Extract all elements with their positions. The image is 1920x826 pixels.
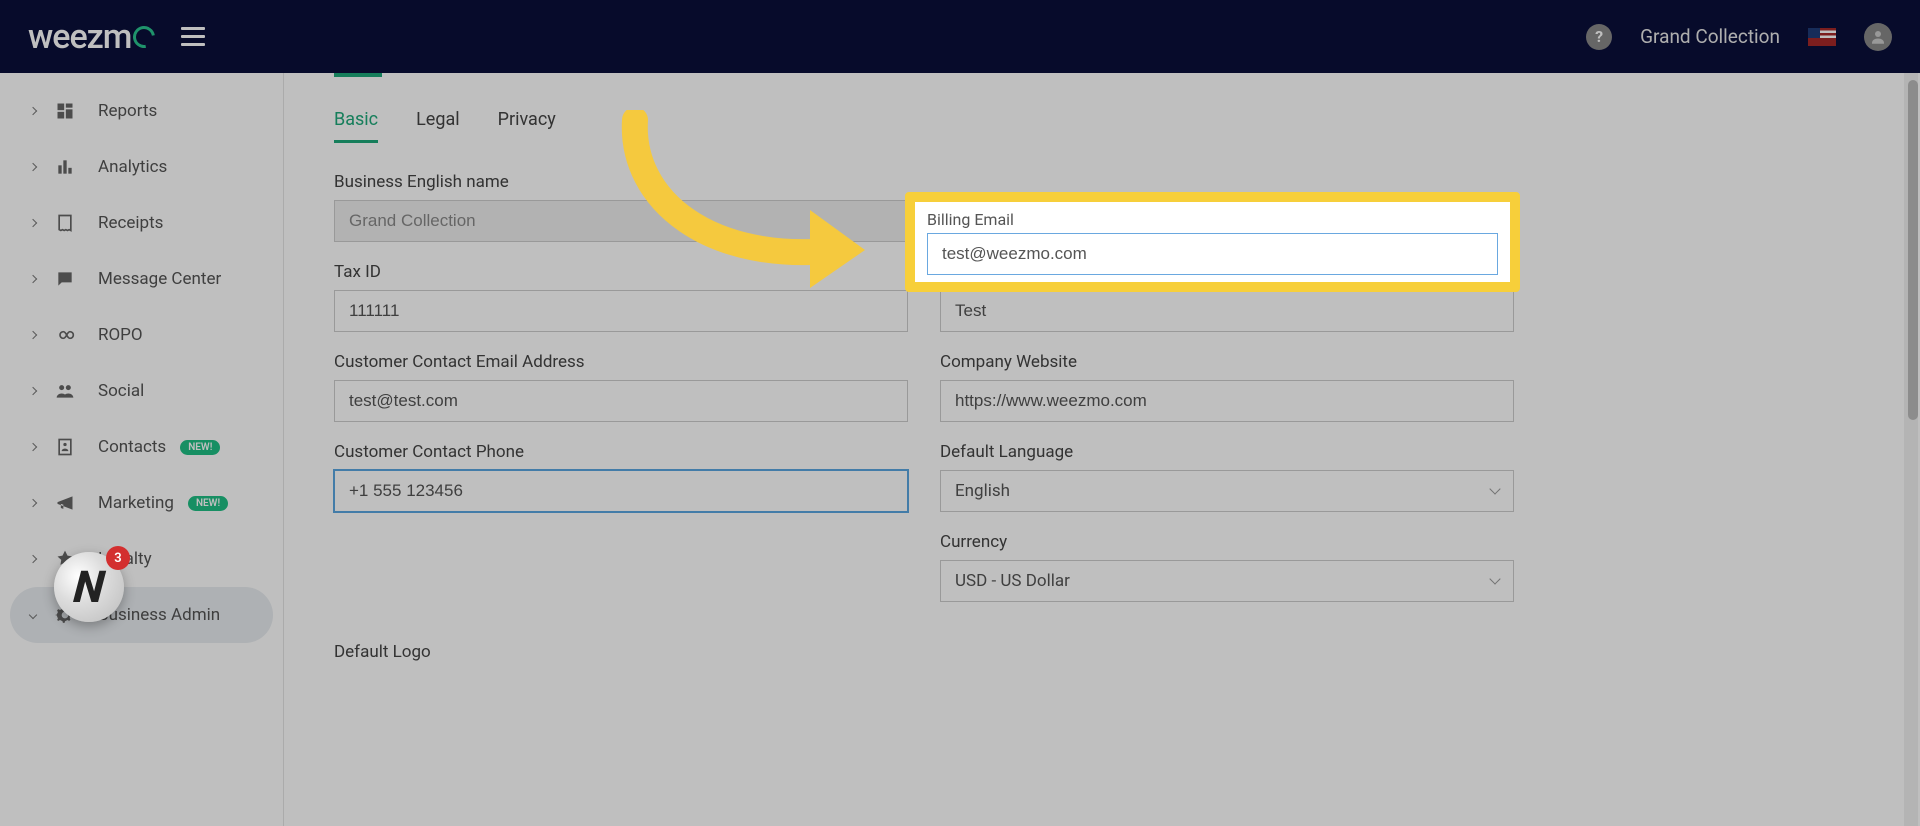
- floating-badge-count: 3: [106, 546, 130, 570]
- sidebar-item-label: ROPO: [98, 325, 143, 345]
- chevron-right-icon: [29, 387, 37, 395]
- floating-notification-badge[interactable]: N 3: [54, 552, 124, 622]
- tab-legal[interactable]: Legal: [416, 109, 460, 143]
- sidebar-item-receipts[interactable]: Receipts: [0, 195, 283, 251]
- tax-id-input[interactable]: [334, 290, 908, 332]
- tab-privacy[interactable]: Privacy: [498, 109, 556, 143]
- brand-logo-o-icon: [129, 21, 160, 52]
- sidebar-item-reports[interactable]: Reports: [0, 83, 283, 139]
- chevron-right-icon: [29, 107, 37, 115]
- default-language-label: Default Language: [940, 442, 1514, 462]
- new-badge: NEW!: [180, 440, 220, 455]
- field-contact-email: Customer Contact Email Address: [334, 352, 908, 422]
- brand-logo[interactable]: weezm: [28, 17, 155, 57]
- sidebar: Reports Analytics Receipts Message Cente…: [0, 73, 284, 826]
- message-icon: [54, 268, 76, 290]
- default-language-value: English: [955, 481, 1010, 501]
- chevron-right-icon: [29, 555, 37, 563]
- currency-select[interactable]: USD - US Dollar: [940, 560, 1514, 602]
- floating-badge-letter: N: [72, 561, 107, 613]
- tabs: Basic Legal Privacy: [334, 109, 1870, 144]
- billing-address-input[interactable]: [940, 290, 1514, 332]
- sidebar-item-label: Contacts: [98, 437, 166, 457]
- company-website-label: Company Website: [940, 352, 1514, 372]
- marketing-icon: [54, 492, 76, 514]
- field-contact-phone: Customer Contact Phone: [334, 442, 908, 512]
- top-bar: weezm ? Grand Collection: [0, 0, 1920, 73]
- top-tab-indicator: [334, 73, 382, 77]
- field-default-language: Default Language English: [940, 442, 1514, 512]
- chevron-right-icon: [29, 219, 37, 227]
- field-billing-email-placeholder: [940, 172, 1514, 242]
- user-avatar-icon[interactable]: [1864, 23, 1892, 51]
- scrollbar-thumb[interactable]: [1908, 80, 1918, 420]
- chevron-right-icon: [29, 163, 37, 171]
- sidebar-item-marketing[interactable]: Marketing NEW!: [0, 475, 283, 531]
- sidebar-item-loyalty[interactable]: Loyalty: [0, 531, 283, 587]
- chevron-right-icon: [29, 331, 37, 339]
- sidebar-item-label: Social: [98, 381, 144, 401]
- chevron-right-icon: [29, 275, 37, 283]
- billing-address-label: Billing Address: [940, 262, 1514, 282]
- sidebar-item-ropo[interactable]: ROPO: [0, 307, 283, 363]
- default-language-select[interactable]: English: [940, 470, 1514, 512]
- company-website-input[interactable]: [940, 380, 1514, 422]
- currency-label: Currency: [940, 532, 1514, 552]
- receipt-icon: [54, 212, 76, 234]
- sidebar-item-contacts[interactable]: Contacts NEW!: [0, 419, 283, 475]
- brand-text: weezm: [28, 17, 131, 57]
- business-name-input[interactable]: [334, 200, 908, 242]
- chevron-right-icon: [29, 443, 37, 451]
- field-tax-id: Tax ID: [334, 262, 908, 332]
- contact-phone-label: Customer Contact Phone: [334, 442, 908, 462]
- tab-basic[interactable]: Basic: [334, 109, 378, 143]
- business-name-label: Business English name: [334, 172, 908, 192]
- main-content: Basic Legal Privacy Business English nam…: [284, 73, 1920, 826]
- field-business-name: Business English name: [334, 172, 908, 242]
- currency-value: USD - US Dollar: [955, 571, 1070, 591]
- sidebar-item-label: Marketing: [98, 493, 174, 513]
- menu-toggle-button[interactable]: [181, 27, 205, 46]
- sidebar-item-label: Message Center: [98, 269, 221, 289]
- chevron-down-icon: [1489, 483, 1500, 494]
- contact-phone-input[interactable]: [334, 470, 908, 512]
- default-logo-label: Default Logo: [334, 642, 1514, 662]
- sidebar-item-business-admin[interactable]: Business Admin: [10, 587, 273, 643]
- account-name[interactable]: Grand Collection: [1640, 25, 1780, 48]
- infinity-icon: [54, 324, 76, 346]
- contact-email-input[interactable]: [334, 380, 908, 422]
- social-icon: [54, 380, 76, 402]
- chevron-down-icon: [1489, 573, 1500, 584]
- tax-id-label: Tax ID: [334, 262, 908, 282]
- analytics-icon: [54, 156, 76, 178]
- sidebar-item-label: Receipts: [98, 213, 163, 233]
- contact-email-label: Customer Contact Email Address: [334, 352, 908, 372]
- field-currency: Currency USD - US Dollar: [940, 532, 1514, 602]
- locale-flag-icon[interactable]: [1808, 28, 1836, 46]
- new-badge: NEW!: [188, 496, 228, 511]
- sidebar-item-analytics[interactable]: Analytics: [0, 139, 283, 195]
- help-icon[interactable]: ?: [1586, 24, 1612, 50]
- sidebar-item-label: Reports: [98, 101, 157, 121]
- sidebar-item-social[interactable]: Social: [0, 363, 283, 419]
- contacts-icon: [54, 436, 76, 458]
- sidebar-item-message-center[interactable]: Message Center: [0, 251, 283, 307]
- sidebar-item-label: Analytics: [98, 157, 167, 177]
- field-company-website: Company Website: [940, 352, 1514, 422]
- chevron-down-icon: [29, 611, 37, 619]
- dashboard-icon: [54, 100, 76, 122]
- field-billing-address: Billing Address: [940, 262, 1514, 332]
- chevron-right-icon: [29, 499, 37, 507]
